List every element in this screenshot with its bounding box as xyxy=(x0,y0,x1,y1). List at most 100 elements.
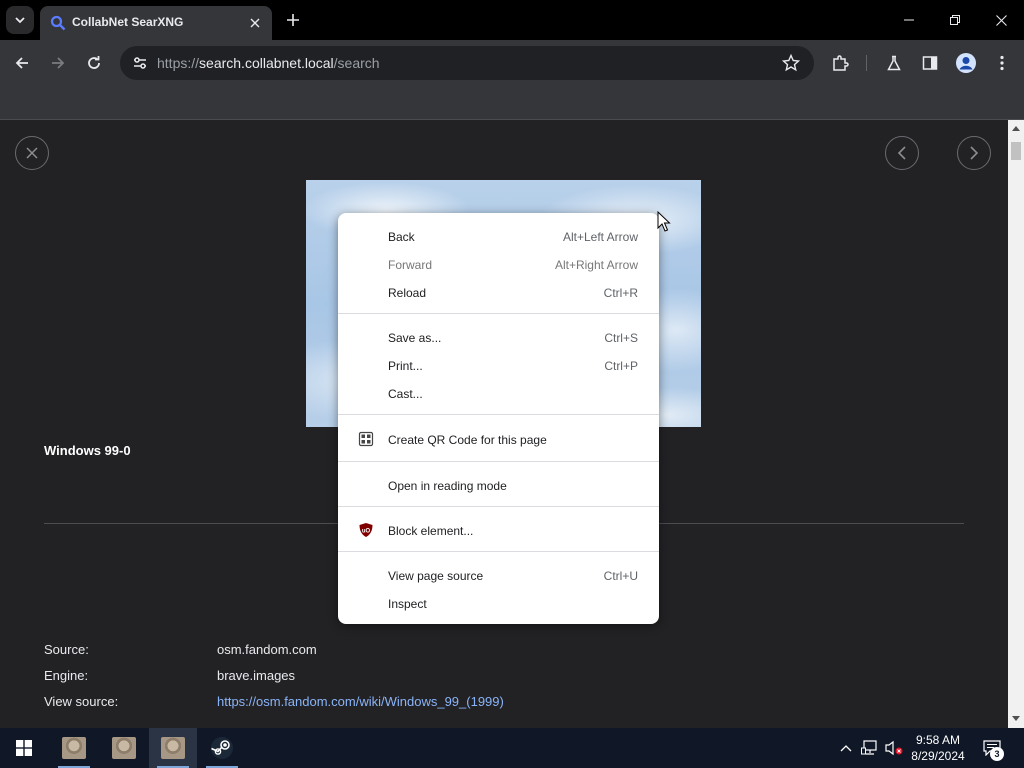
avatar-icon xyxy=(956,53,976,73)
menu-item-label: Create QR Code for this page xyxy=(388,433,547,447)
svg-text:uO: uO xyxy=(362,529,371,535)
url-path: /search xyxy=(333,55,380,71)
next-image-button[interactable] xyxy=(957,136,991,170)
profile-button[interactable] xyxy=(952,49,980,77)
menu-item-label: Cast... xyxy=(388,387,423,401)
menu-item-create-qr-code[interactable]: Create QR Code for this page xyxy=(338,425,659,453)
browser-tab[interactable]: CollabNet SearXNG xyxy=(40,6,272,40)
qr-code-icon xyxy=(358,431,374,447)
close-window-button[interactable] xyxy=(978,0,1024,40)
engine-label: Engine: xyxy=(44,668,89,683)
toolbar-separator xyxy=(866,55,867,71)
plus-icon xyxy=(287,14,299,26)
browser-toolbar: https://search.collabnet.local/search xyxy=(0,40,1024,86)
scroll-down-icon[interactable] xyxy=(1012,716,1020,721)
vertical-scrollbar[interactable] xyxy=(1008,120,1024,728)
menu-item-back[interactable]: Back Alt+Left Arrow xyxy=(338,222,659,250)
menu-item-label: View page source xyxy=(388,569,484,583)
previous-image-button[interactable] xyxy=(885,136,919,170)
url-host: search.collabnet.local xyxy=(199,55,334,71)
scrollbar-thumb[interactable] xyxy=(1011,142,1021,160)
menu-button[interactable] xyxy=(988,49,1016,77)
volume-muted-icon[interactable] xyxy=(884,738,904,758)
menu-item-label: Inspect xyxy=(388,597,427,611)
menu-item-print[interactable]: Print... Ctrl+P xyxy=(338,351,659,379)
close-tab-icon[interactable] xyxy=(246,14,264,32)
system-clock[interactable]: 9:58 AM 8/29/2024 xyxy=(906,732,970,764)
reload-button[interactable] xyxy=(80,49,108,77)
chevron-left-icon xyxy=(897,146,906,160)
bookmark-star-icon[interactable] xyxy=(781,53,801,77)
view-source-link[interactable]: https://osm.fandom.com/wiki/Windows_99_(… xyxy=(217,694,504,709)
chevron-up-icon xyxy=(840,745,852,752)
menu-item-view-page-source[interactable]: View page source Ctrl+U xyxy=(338,561,659,589)
image-title: Windows 99-0 xyxy=(44,443,131,458)
steam-icon xyxy=(211,737,233,759)
chevron-down-icon xyxy=(15,17,25,24)
menu-item-shortcut: Alt+Right Arrow xyxy=(554,258,638,272)
menu-separator xyxy=(338,506,659,507)
engine-value: brave.images xyxy=(217,668,296,683)
menu-separator xyxy=(338,461,659,462)
bookmark-bar xyxy=(0,86,1024,120)
menu-separator xyxy=(338,313,659,314)
tune-icon xyxy=(134,57,146,69)
site-info-button[interactable] xyxy=(128,51,152,75)
start-button[interactable] xyxy=(0,728,48,768)
context-menu: Back Alt+Left Arrow Forward Alt+Right Ar… xyxy=(338,213,659,624)
network-icon[interactable] xyxy=(860,738,880,758)
restore-icon xyxy=(950,15,960,25)
source-value: osm.fandom.com xyxy=(217,642,317,657)
menu-item-label: Block element... xyxy=(388,524,474,538)
menu-item-save-as[interactable]: Save as... Ctrl+S xyxy=(338,323,659,351)
menu-item-reading-mode[interactable]: Open in reading mode xyxy=(338,471,659,499)
source-label: Source: xyxy=(44,642,89,657)
menu-item-shortcut: Alt+Left Arrow xyxy=(562,230,638,244)
menu-item-inspect[interactable]: Inspect xyxy=(338,589,659,617)
menu-item-label: Forward xyxy=(388,258,433,272)
labs-button[interactable] xyxy=(880,49,908,77)
address-bar[interactable]: https://search.collabnet.local/search xyxy=(120,46,814,80)
taskbar-app-2[interactable] xyxy=(100,728,148,768)
close-icon xyxy=(26,147,38,159)
scroll-up-icon[interactable] xyxy=(1012,126,1020,131)
restore-button[interactable] xyxy=(932,0,978,40)
menu-separator xyxy=(338,414,659,415)
arrow-left-icon xyxy=(15,57,28,69)
taskbar-app-3[interactable] xyxy=(149,728,197,768)
menu-item-label: Reload xyxy=(388,286,427,300)
menu-item-reload[interactable]: Reload Ctrl+R xyxy=(338,278,659,306)
windows-logo-icon xyxy=(16,740,32,756)
menu-item-label: Print... xyxy=(388,359,423,373)
menu-item-label: Back xyxy=(388,230,415,244)
arrow-right-icon xyxy=(52,57,65,69)
close-detail-button[interactable] xyxy=(15,136,49,170)
menu-item-block-element[interactable]: uO Block element... xyxy=(338,516,659,544)
url-text[interactable]: https://search.collabnet.local/search xyxy=(157,55,380,71)
menu-item-shortcut: Ctrl+U xyxy=(603,569,638,583)
menu-item-shortcut: Ctrl+S xyxy=(604,331,638,345)
search-favicon-icon xyxy=(50,15,66,31)
side-panel-icon xyxy=(922,56,938,70)
show-hidden-icons-button[interactable] xyxy=(836,738,856,758)
tab-search-button[interactable] xyxy=(6,6,34,34)
taskbar-steam[interactable] xyxy=(198,728,246,768)
menu-item-label: Open in reading mode xyxy=(388,479,507,493)
menu-item-cast[interactable]: Cast... xyxy=(338,379,659,407)
side-panel-button[interactable] xyxy=(916,49,944,77)
forward-button[interactable] xyxy=(44,49,72,77)
app-thumbnail-icon xyxy=(62,737,86,759)
minimize-button[interactable] xyxy=(886,0,932,40)
menu-item-forward[interactable]: Forward Alt+Right Arrow xyxy=(338,250,659,278)
mouse-cursor-icon xyxy=(657,211,671,232)
extensions-button[interactable] xyxy=(826,49,854,77)
menu-item-shortcut: Ctrl+P xyxy=(604,359,638,373)
clock-time: 9:58 AM xyxy=(915,733,961,747)
back-button[interactable] xyxy=(8,49,36,77)
puzzle-icon xyxy=(833,55,849,71)
menu-item-label: Save as... xyxy=(388,331,442,345)
new-tab-button[interactable] xyxy=(282,9,304,31)
view-source-label: View source: xyxy=(44,694,119,709)
clock-date: 8/29/2024 xyxy=(911,749,965,763)
taskbar-app-1[interactable] xyxy=(50,728,98,768)
